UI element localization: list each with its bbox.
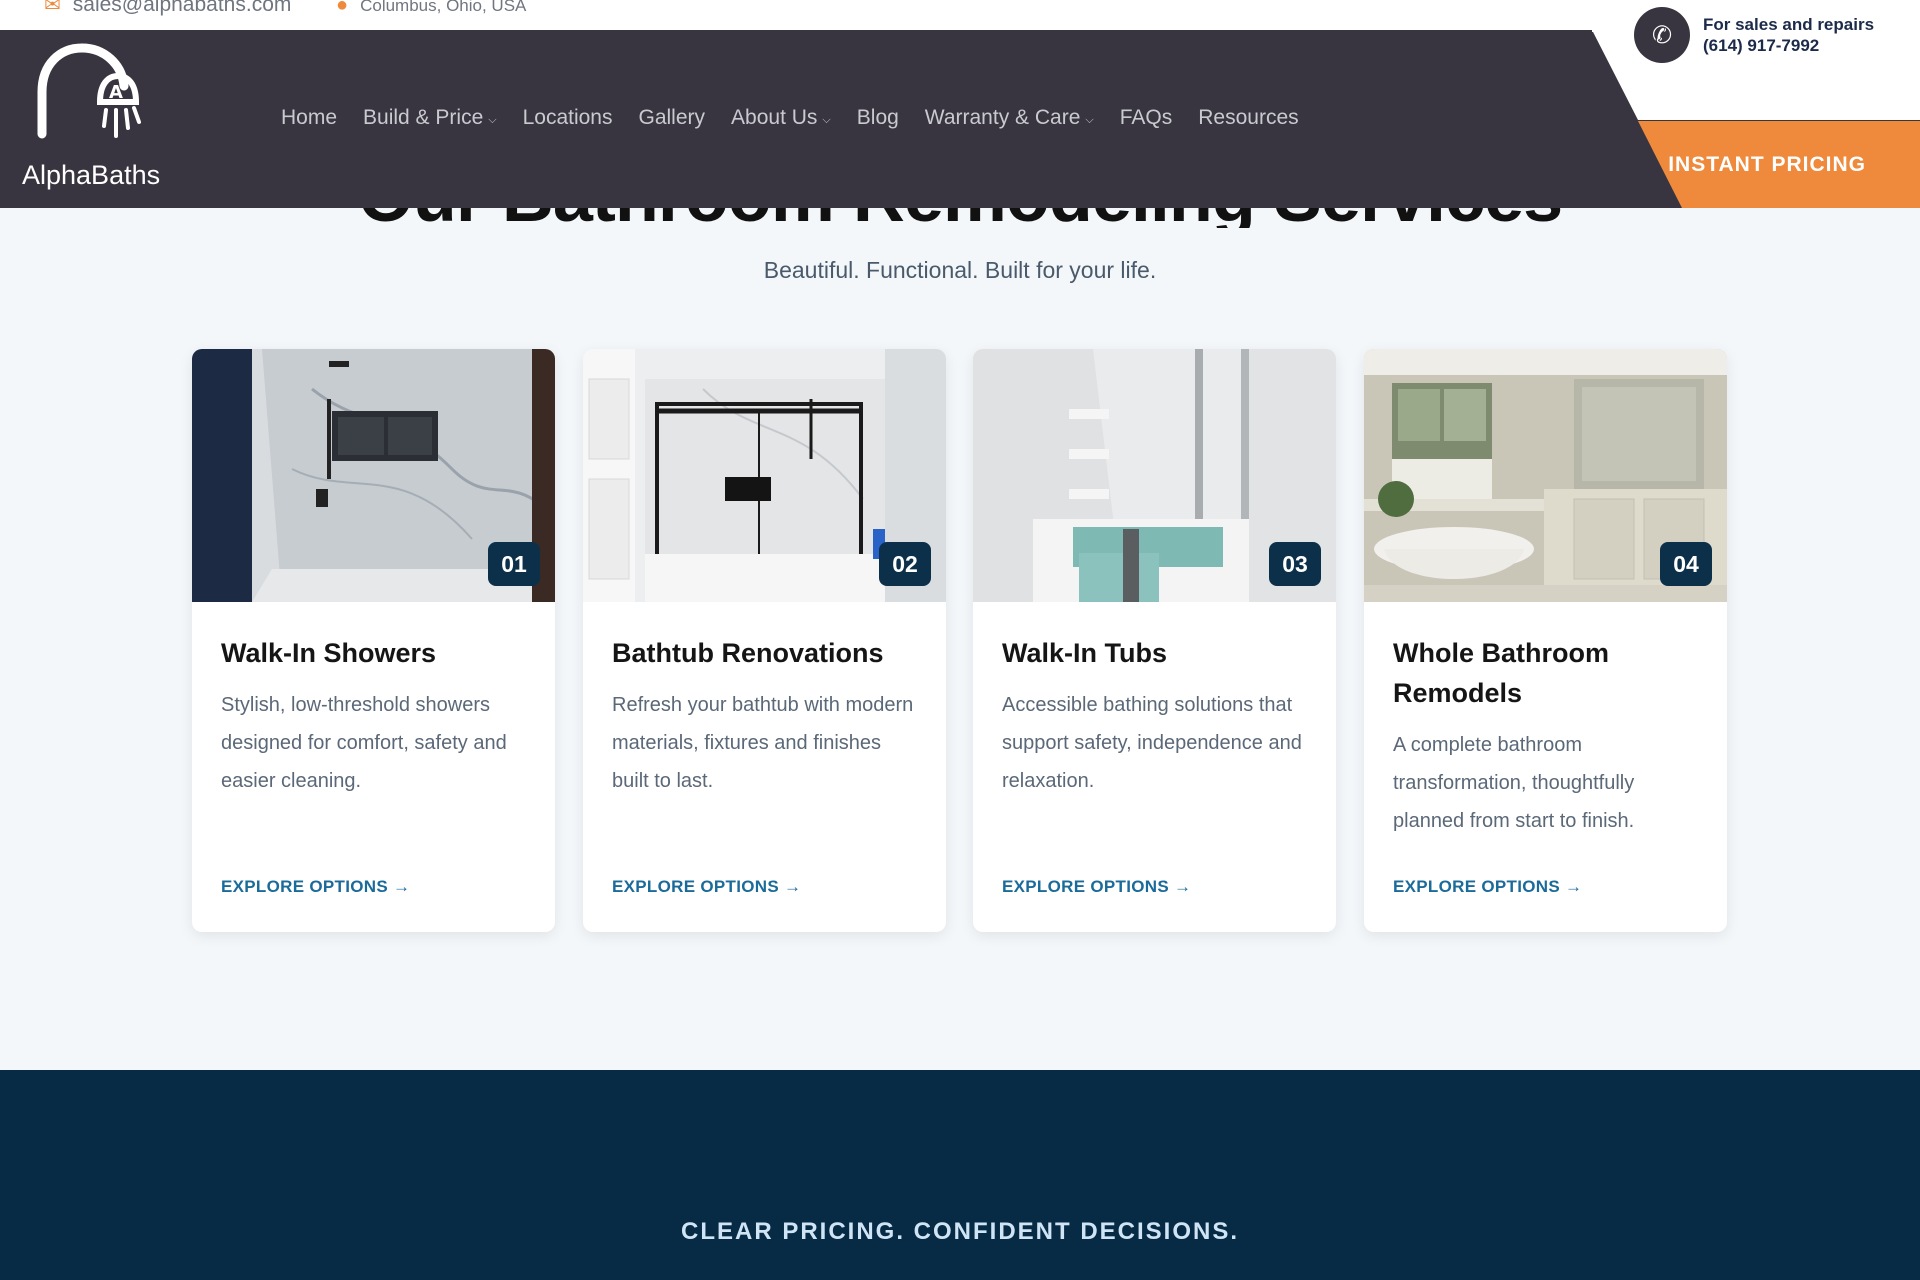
contact-location: ● Columbus, Ohio, USA [336,0,526,17]
service-card-bathtub-renovations[interactable]: 02 Bathtub Renovations Refresh your bath… [583,349,946,932]
nav-about-us[interactable]: About Us ⌵ [731,106,831,130]
phone-caption: For sales and repairs [1703,15,1875,34]
phone-number: (614) 917-7992 [1703,36,1820,55]
card-description: A complete bathroom transformation, thou… [1393,734,1635,832]
card-image: 01 [192,349,555,602]
service-card-whole-bathroom-remodels[interactable]: 04 Whole Bathroom Remodels A complete ba… [1364,349,1727,932]
card-number-badge: 03 [1269,542,1321,586]
chevron-down-icon: ⌵ [1085,113,1094,126]
card-title: Bathtub Renovations [612,638,884,668]
location-pin-icon: ● [336,0,349,16]
phone-contact[interactable]: For sales and repairs (614) 917-7992 [1703,14,1874,56]
section-subtitle: Beautiful. Functional. Built for your li… [763,257,1157,283]
brand-name: AlphaBaths [22,160,161,190]
card-number-badge: 02 [879,542,931,586]
chevron-down-icon: ⌵ [488,113,497,126]
explore-options-link[interactable]: EXPLORE OPTIONS → [1393,877,1582,897]
card-number-badge: 01 [488,542,540,586]
contact-email[interactable]: ✉ sales@alphabaths.com [44,0,291,17]
card-image: 02 [583,349,946,602]
site-logo[interactable]: A AlphaBaths [18,42,168,202]
nav-gallery[interactable]: Gallery [639,106,706,130]
nav-blog[interactable]: Blog [857,106,899,130]
nav-warranty-care[interactable]: Warranty & Care ⌵ [925,106,1094,130]
card-description: Stylish, low-threshold showers designed … [221,694,507,792]
service-card-walk-in-tubs[interactable]: 03 Walk-In Tubs Accessible bathing solut… [973,349,1336,932]
service-card-walk-in-showers[interactable]: 01 Walk-In Showers Stylish, low-threshol… [192,349,555,932]
shower-logo-icon: A [37,43,141,139]
chevron-down-icon: ⌵ [822,113,831,126]
instant-pricing-label: INSTANT PRICING [1668,152,1866,176]
phone-icon[interactable]: ✆ [1634,7,1690,63]
explore-options-link[interactable]: EXPLORE OPTIONS → [612,877,801,897]
nav-build-price[interactable]: Build & Price ⌵ [363,106,497,130]
card-number-badge: 04 [1660,542,1712,586]
card-image: 04 [1364,349,1727,602]
card-title: Walk-In Showers [221,638,437,668]
nav-locations[interactable]: Locations [523,106,613,130]
main-nav: Home Build & Price ⌵ Locations Gallery Ab… [281,106,1299,130]
email-text: sales@alphabaths.com [72,0,292,16]
card-description: Accessible bathing solutions that suppor… [1002,694,1302,792]
nav-faqs[interactable]: FAQs [1120,106,1173,130]
svg-text:A: A [109,82,123,103]
section-title-clip: Our Bathroom Remodeling Services [0,208,1920,228]
section-title: Our Bathroom Remodeling Services [0,208,1920,228]
nav-home[interactable]: Home [281,106,337,130]
card-title: Walk-In Tubs [1002,638,1167,668]
explore-options-link[interactable]: EXPLORE OPTIONS → [1002,877,1191,897]
nav-resources[interactable]: Resources [1198,106,1298,130]
card-image: 03 [973,349,1336,602]
mail-icon: ✉ [44,0,61,16]
explore-options-link[interactable]: EXPLORE OPTIONS → [221,877,410,897]
instant-pricing-button[interactable]: INSTANT PRICING [1638,121,1920,208]
card-title: Whole Bathroom Remodels [1393,638,1609,708]
card-description: Refresh your bathtub with modern materia… [612,694,914,792]
location-text: Columbus, Ohio, USA [360,0,527,15]
pricing-section-kicker: CLEAR PRICING. CONFIDENT DECISIONS. [680,1218,1240,1245]
pricing-section [0,1070,1920,1280]
